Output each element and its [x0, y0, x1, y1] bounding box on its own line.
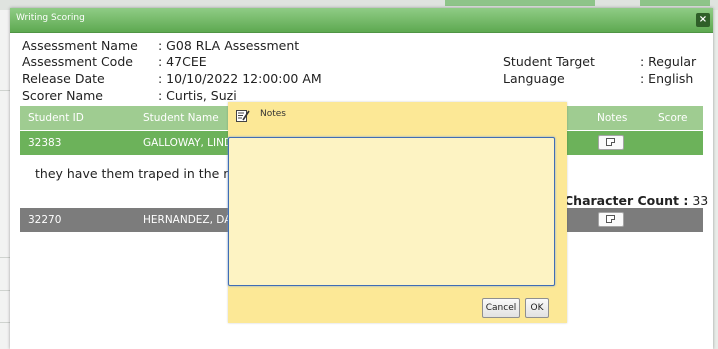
student-id: 32383 — [28, 137, 62, 149]
note-icon — [606, 215, 615, 223]
notes-textarea[interactable] — [228, 137, 555, 286]
notes-button[interactable] — [598, 135, 624, 150]
notes-button[interactable] — [598, 212, 624, 227]
divider — [0, 322, 10, 323]
student-name: HERNANDEZ, DAN — [143, 214, 240, 226]
close-icon: × — [698, 14, 708, 25]
note-icon — [606, 138, 615, 146]
assessment-name-label: Assessment Name — [22, 38, 138, 53]
assessment-code-value: : 47CEE — [158, 54, 207, 69]
dialog-titlebar[interactable]: Writing Scoring × — [10, 8, 713, 33]
scorer-name-label: Scorer Name — [22, 88, 103, 103]
dialog-title: Writing Scoring — [16, 13, 85, 23]
divider — [0, 90, 10, 91]
background-left-strip — [0, 10, 10, 349]
character-count: Character Count : 33 — [564, 193, 708, 208]
close-button[interactable]: × — [696, 13, 710, 27]
student-name: GALLOWAY, LIND — [143, 137, 233, 149]
release-date-value: : 10/10/2022 12:00:00 AM — [158, 71, 322, 86]
background-tab — [640, 0, 710, 6]
header-notes: Notes — [597, 112, 628, 124]
assessment-code-label: Assessment Code — [22, 54, 133, 69]
assessment-name-value: : G08 RLA Assessment — [158, 38, 300, 53]
cancel-button[interactable]: Cancel — [482, 298, 520, 318]
character-count-value: 33 — [692, 193, 709, 208]
scorer-name-value: : Curtis, Suzi — [158, 88, 237, 103]
background-tab — [445, 0, 595, 6]
language-value: : English — [640, 71, 694, 86]
divider — [0, 290, 10, 291]
header-score: Score — [658, 112, 688, 124]
student-id: 32270 — [28, 214, 62, 226]
notes-dialog: Notes Cancel OK — [228, 102, 567, 323]
student-target-value: : Regular — [640, 54, 697, 69]
notes-dialog-title: Notes — [260, 109, 286, 119]
notes-dialog-header[interactable]: Notes — [228, 102, 567, 130]
divider — [0, 257, 10, 258]
notepad-pencil-icon — [236, 110, 250, 122]
ok-button[interactable]: OK — [525, 298, 549, 318]
header-student-name[interactable]: Student Name — [143, 112, 219, 124]
header-student-id[interactable]: Student ID — [28, 112, 84, 124]
character-count-label: Character Count : — [564, 193, 689, 208]
language-label: Language — [503, 71, 565, 86]
student-target-label: Student Target — [503, 54, 595, 69]
response-text: they have them traped in the ma: — [35, 166, 248, 181]
release-date-label: Release Date — [22, 71, 105, 86]
writing-scoring-dialog: Writing Scoring × Assessment Name : G08 … — [10, 8, 713, 349]
